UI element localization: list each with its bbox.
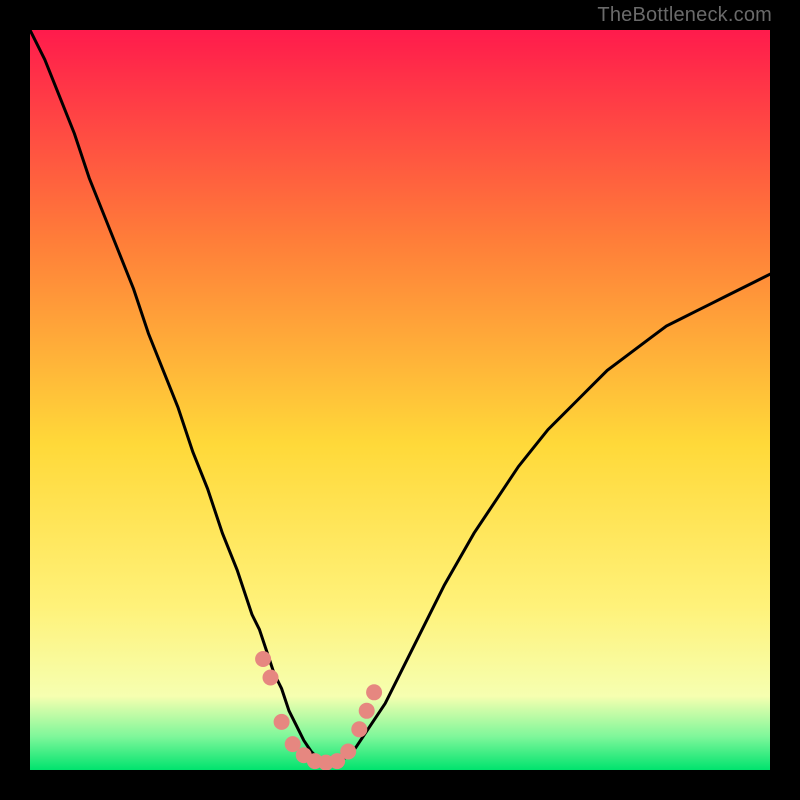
bottleneck-plot [30,30,770,770]
gradient-background [30,30,770,770]
highlight-dot [359,703,375,719]
highlight-dot [366,684,382,700]
outer-frame: TheBottleneck.com [0,0,800,800]
watermark-text: TheBottleneck.com [597,4,772,27]
highlight-dot [274,714,290,730]
highlight-dot [263,670,279,686]
highlight-dot [255,651,271,667]
highlight-dot [340,744,356,760]
highlight-dot [351,721,367,737]
